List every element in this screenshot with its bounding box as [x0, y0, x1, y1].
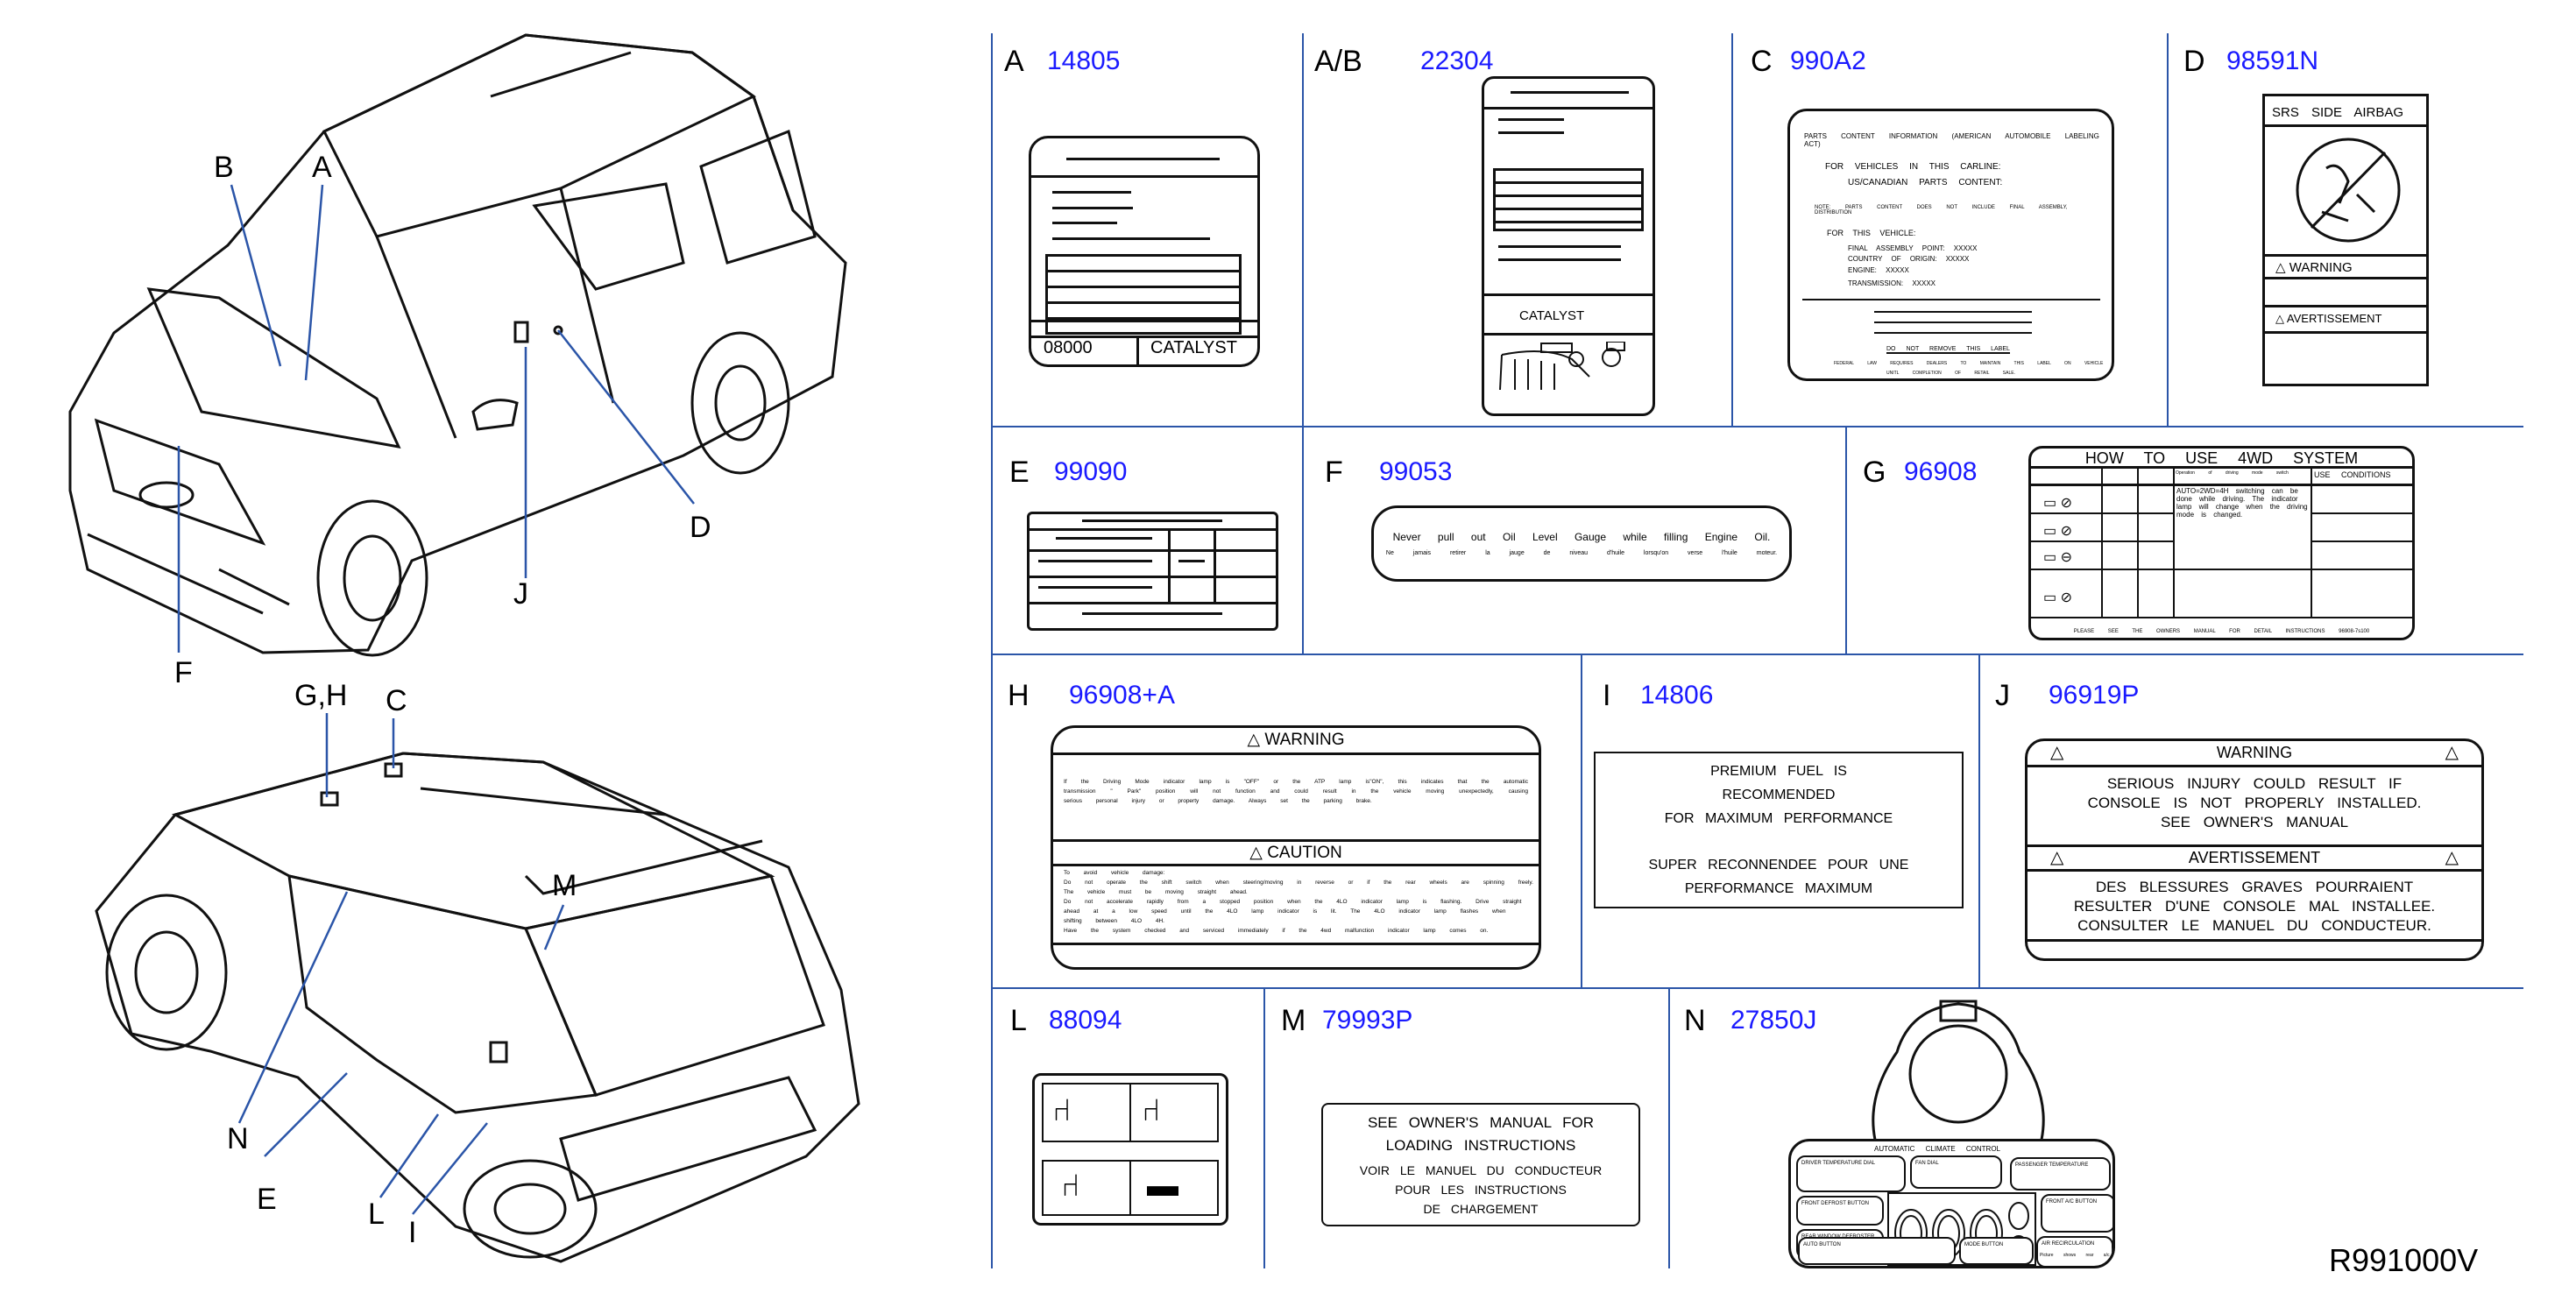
picture-note: Picture shows rear a/c [2040, 1253, 2110, 1258]
part-number: 96908 [1904, 457, 1978, 486]
fan-dial-callout: FAN DIAL [1910, 1155, 2002, 1189]
rear-wheel [690, 331, 790, 475]
figure-id: R991000V [2329, 1242, 2479, 1278]
callout-m: M [552, 869, 577, 902]
cell-letter: G [1863, 456, 1886, 489]
part-number: 79993P [1322, 1006, 1413, 1035]
seat-icon: ⑁ [1052, 1092, 1072, 1127]
cell-letter: M [1281, 1004, 1306, 1037]
label-l-seat-folding: ⑁ ⑁ ⑁ ▬ [1032, 1073, 1228, 1226]
warning-triangle-icon: △ [1247, 731, 1261, 749]
warning-triangle-icon: △ [2275, 312, 2284, 325]
label-a-catalyst: 08000 CATALYST [1029, 136, 1260, 367]
mode-switch-icon: ▭ ⊘ [2043, 590, 2072, 605]
cell-letter: H [1008, 679, 1030, 712]
mode-switch-icon: ▭ ⊖ [2043, 550, 2072, 565]
part-number: 96908+A [1069, 681, 1175, 710]
seat-icon: ⑁ [1061, 1167, 1080, 1203]
warning-triangle-icon: △ [2275, 260, 2286, 275]
part-number: 990A2 [1790, 46, 1866, 75]
cell-letter: D [2183, 45, 2205, 78]
seat-icon: ▬ [1147, 1167, 1178, 1203]
callout-lines [177, 184, 695, 1215]
warning-text: WARNING [2289, 260, 2353, 275]
caution-triangle-icon: △ [1249, 844, 1263, 862]
mode-switch-icon: ▭ ⊘ [2043, 496, 2072, 511]
cell-letter: E [1009, 456, 1030, 489]
catalyst-diagram-icon [1499, 342, 1625, 391]
callout-c: C [386, 684, 407, 717]
label-a-name: CATALYST [1150, 338, 1237, 357]
label-i-premium-fuel: PREMIUM FUEL IS RECOMMENDED FOR MAXIMUM … [1594, 752, 1964, 908]
cell-letter: N [1684, 1004, 1706, 1037]
rear-right-wheel [463, 1159, 598, 1259]
callout-i: I [408, 1216, 417, 1249]
cell-letter: F [1325, 456, 1343, 489]
mode-switch-icon: ▭ ⊘ [2043, 524, 2072, 539]
part-number: 88094 [1049, 1006, 1122, 1035]
mode-button-callout: MODE BUTTON [1959, 1237, 2034, 1265]
callout-f: F [174, 656, 193, 689]
cell-letter: J [1995, 679, 2010, 712]
seat-icon: ⑁ [1142, 1092, 1161, 1127]
part-number: 99090 [1054, 457, 1128, 486]
part-number: 98591N [2226, 46, 2319, 75]
cell-letter: L [1010, 1004, 1027, 1037]
callout-e: E [257, 1183, 277, 1216]
rear-left-wheel [105, 894, 228, 1051]
callout-d: D [690, 511, 711, 544]
callout-a: A [312, 151, 332, 184]
rear-window [523, 874, 825, 1097]
air-recirculation-callout: AIR RECIRCULATION [2036, 1236, 2112, 1266]
label-h-warning-caution: △ WARNING If the Driving Mode indicator … [1051, 725, 1541, 970]
part-number: 27850J [1730, 1006, 1817, 1035]
passenger-temperature-callout: PASSENGER TEMPERATURE [2010, 1157, 2111, 1190]
label-a-number: 08000 [1044, 338, 1093, 357]
avertissement-text: AVERTISSEMENT [2286, 312, 2382, 325]
vehicle-rear-view [95, 752, 860, 1263]
cell-letter: I [1603, 679, 1611, 712]
vehicle-illustrations [68, 33, 860, 1263]
driver-temperature-callout: DRIVER TEMPERATURE DIAL [1796, 1155, 1906, 1192]
cell-letter: C [1751, 45, 1773, 78]
callout-j: J [513, 577, 528, 611]
part-number: 22304 [1420, 46, 1494, 75]
cell-letter: A [1004, 45, 1024, 78]
front-defrost-callout: FRONT DEFROST BUTTON [1796, 1196, 1884, 1226]
cell-letter: A/B [1314, 45, 1362, 78]
label-m-loading: SEE OWNER'S MANUAL FOR LOADING INSTRUCTI… [1321, 1103, 1640, 1226]
callout-b: B [214, 151, 234, 184]
part-number: 14805 [1047, 46, 1121, 75]
callout-l: L [368, 1198, 385, 1231]
label-n-keyhole-outline [1872, 1000, 2045, 1141]
front-wheel [316, 499, 428, 657]
label-g-4wd-system: HOW TO USE 4WD SYSTEM Operation of drivi… [2028, 446, 2415, 640]
open-hood [146, 287, 401, 449]
label-ab-catalyst: CATALYST [1482, 76, 1655, 416]
label-d-srs-airbag: SRS SIDE AIRBAG △ WARNING △ AVERTISSEMEN… [2262, 94, 2429, 386]
label-ab-name: CATALYST [1519, 308, 1585, 323]
part-number: 96919P [2049, 681, 2140, 710]
part-number: 14806 [1640, 681, 1714, 710]
label-e [1027, 512, 1278, 631]
label-j-console-warning: △ △ WARNING SERIOUS INJURY COULD RESULT … [2025, 738, 2484, 961]
vehicle-front-view [68, 33, 847, 657]
label-c-parts-content: PARTS CONTENT INFORMATION (AMERICAN AUTO… [1787, 109, 2114, 381]
callout-n: N [227, 1122, 249, 1155]
label-f-oil-gauge: Never pull out Oil Level Gauge while fil… [1371, 505, 1792, 582]
front-ac-callout: FRONT A/C BUTTON [2041, 1194, 2112, 1233]
auto-button-callout: AUTO BUTTON [1798, 1237, 1956, 1265]
no-child-seat-airbag-icon [2296, 138, 2401, 243]
callout-gh: G,H [294, 679, 348, 712]
part-number: 99053 [1379, 457, 1453, 486]
